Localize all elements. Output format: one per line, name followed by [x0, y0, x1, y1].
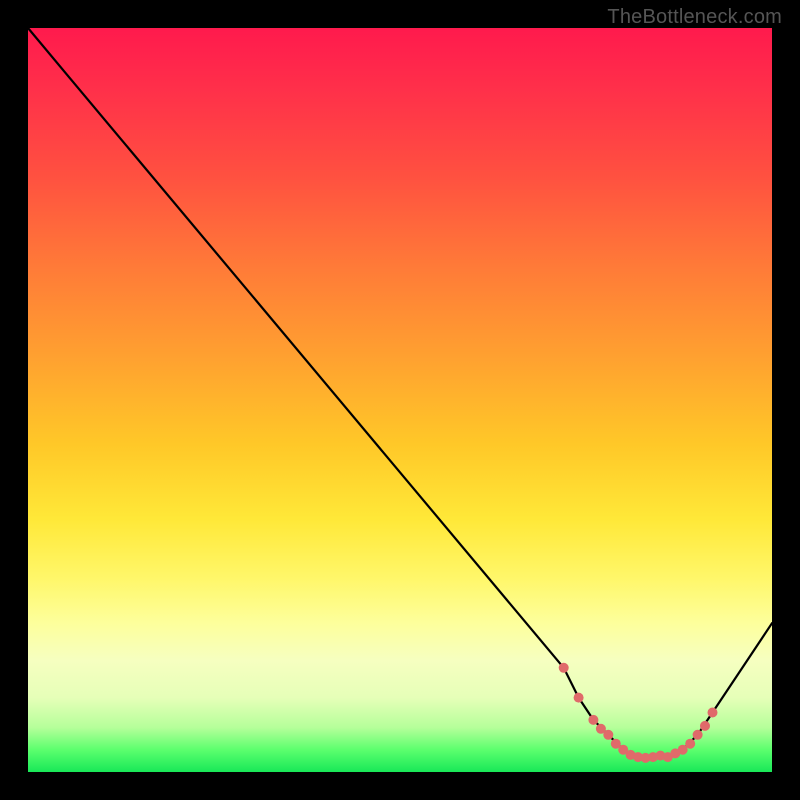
marker-point — [559, 663, 569, 673]
marker-point — [603, 730, 613, 740]
marker-point — [700, 721, 710, 731]
watermark-text: TheBottleneck.com — [607, 6, 782, 29]
curve-markers — [559, 663, 718, 763]
marker-point — [708, 708, 718, 718]
marker-point — [685, 739, 695, 749]
chart-svg — [28, 28, 772, 772]
marker-point — [693, 730, 703, 740]
curve-line — [28, 28, 772, 757]
marker-point — [574, 693, 584, 703]
marker-point — [588, 715, 598, 725]
